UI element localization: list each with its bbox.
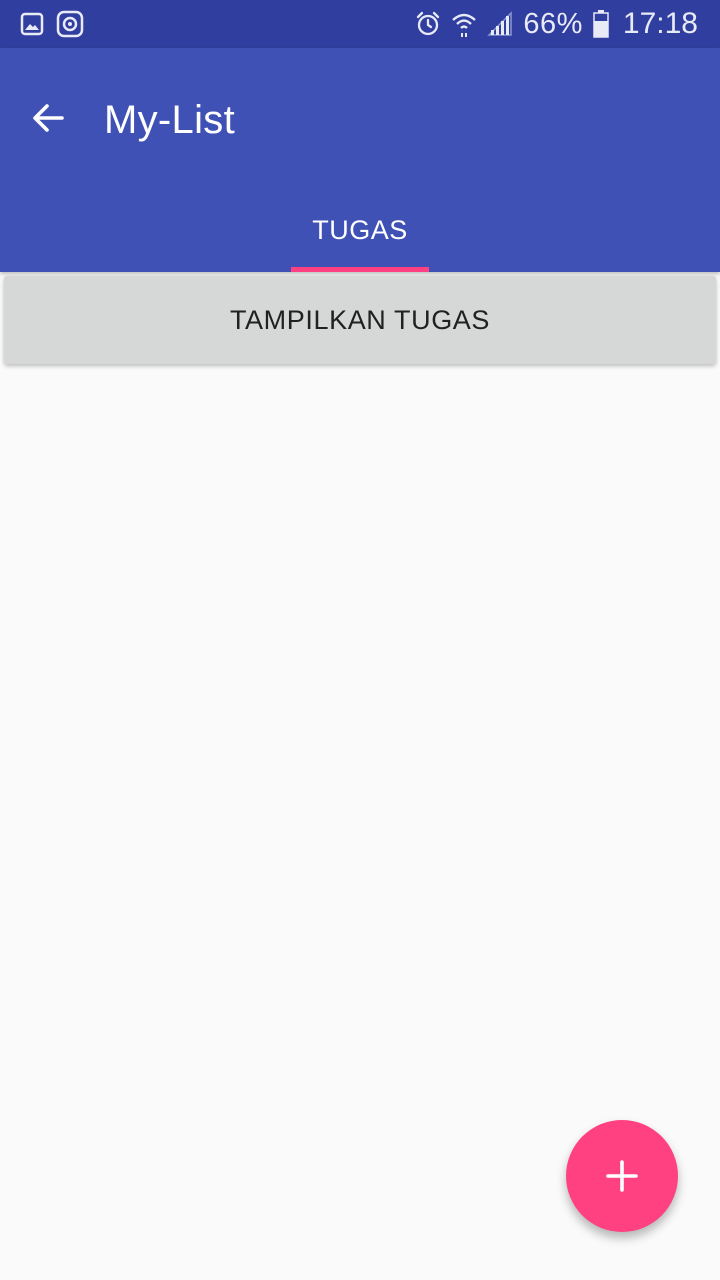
record-icon	[56, 10, 84, 38]
add-task-fab[interactable]	[566, 1120, 678, 1232]
tab-tugas[interactable]: TUGAS	[291, 188, 429, 272]
back-button[interactable]	[24, 94, 72, 142]
clock: 17:18	[622, 7, 698, 40]
arrow-left-icon	[30, 100, 66, 136]
battery-icon	[593, 10, 609, 38]
status-bar: 66% 17:18	[0, 0, 720, 48]
alarm-icon	[415, 11, 441, 37]
plus-icon	[605, 1159, 639, 1193]
tab-indicator	[291, 267, 429, 272]
status-left-icons	[20, 10, 84, 38]
show-tasks-button[interactable]: TAMPILKAN TUGAS	[4, 276, 716, 364]
wifi-icon	[451, 11, 477, 37]
screen: 66% 17:18 My-List TUGAS TAMPILKAN TUGAS	[0, 0, 720, 1280]
app-bar: My-List TUGAS	[0, 48, 720, 272]
show-tasks-button-label: TAMPILKAN TUGAS	[229, 304, 491, 335]
status-right-icons: 66% 17:18	[415, 7, 698, 41]
page-title: My-List	[104, 98, 235, 142]
signal-icon	[487, 11, 513, 37]
image-icon	[20, 12, 44, 36]
tab-label: TUGAS	[312, 214, 408, 245]
battery-percent: 66%	[523, 7, 583, 40]
